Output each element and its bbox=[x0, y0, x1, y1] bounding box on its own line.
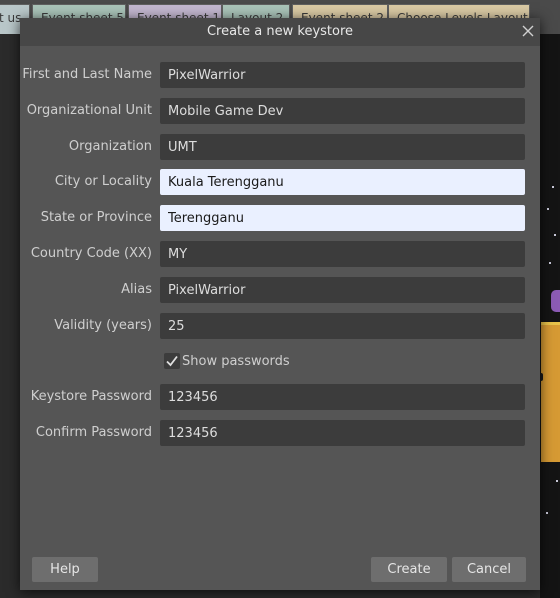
star-dot bbox=[554, 234, 556, 236]
city-label: City or Locality bbox=[54, 174, 152, 189]
row-state: State or Province bbox=[20, 205, 540, 231]
game-panel bbox=[541, 322, 560, 462]
cancel-button[interactable]: Cancel bbox=[452, 557, 526, 582]
layout-canvas-backdrop bbox=[540, 34, 560, 598]
star-dot bbox=[549, 262, 551, 264]
row-first-last-name: First and Last Name bbox=[20, 62, 540, 88]
organizational-unit-label: Organizational Unit bbox=[26, 103, 152, 118]
row-country-code: Country Code (XX) bbox=[20, 241, 540, 267]
row-city: City or Locality bbox=[20, 169, 540, 195]
show-passwords-label: Show passwords bbox=[182, 354, 290, 369]
dialog-title: Create a new keystore bbox=[206, 24, 354, 39]
dialog-titlebar: Create a new keystore bbox=[20, 18, 540, 46]
validity-field[interactable] bbox=[160, 313, 525, 339]
country-code-label: Country Code (XX) bbox=[30, 246, 152, 261]
city-field[interactable] bbox=[160, 169, 525, 195]
row-keystore-password: Keystore Password bbox=[20, 384, 540, 410]
help-button[interactable]: Help bbox=[32, 557, 98, 582]
show-passwords-checkbox[interactable] bbox=[164, 353, 180, 369]
organization-field[interactable] bbox=[160, 134, 525, 160]
organization-label: Organization bbox=[68, 139, 152, 154]
row-validity: Validity (years) bbox=[20, 313, 540, 339]
star-dot bbox=[547, 208, 549, 210]
star-dot bbox=[546, 512, 548, 514]
first-last-name-field[interactable] bbox=[160, 62, 525, 88]
close-button[interactable] bbox=[518, 21, 538, 41]
keystore-password-label: Keystore Password bbox=[30, 389, 152, 404]
keystore-password-field[interactable] bbox=[160, 384, 525, 410]
validity-label: Validity (years) bbox=[54, 318, 152, 333]
star-dot bbox=[552, 186, 554, 188]
star-dot bbox=[556, 480, 558, 482]
confirm-password-label: Confirm Password bbox=[35, 425, 152, 440]
alias-field[interactable] bbox=[160, 277, 525, 303]
row-organization: Organization bbox=[20, 134, 540, 160]
create-keystore-dialog: Create a new keystore First and Last Nam… bbox=[20, 18, 540, 590]
row-organizational-unit: Organizational Unit bbox=[20, 98, 540, 124]
confirm-password-field[interactable] bbox=[160, 420, 525, 446]
game-sprite bbox=[551, 290, 560, 312]
row-alias: Alias bbox=[20, 277, 540, 303]
organizational-unit-field[interactable] bbox=[160, 98, 525, 124]
state-label: State or Province bbox=[40, 210, 152, 225]
country-code-field[interactable] bbox=[160, 241, 525, 267]
alias-label: Alias bbox=[121, 282, 152, 297]
first-last-name-label: First and Last Name bbox=[22, 67, 152, 82]
checkmark-icon bbox=[166, 355, 178, 367]
close-icon bbox=[522, 25, 534, 37]
create-button[interactable]: Create bbox=[371, 557, 447, 582]
row-confirm-password: Confirm Password bbox=[20, 420, 540, 446]
state-field[interactable] bbox=[160, 205, 525, 231]
